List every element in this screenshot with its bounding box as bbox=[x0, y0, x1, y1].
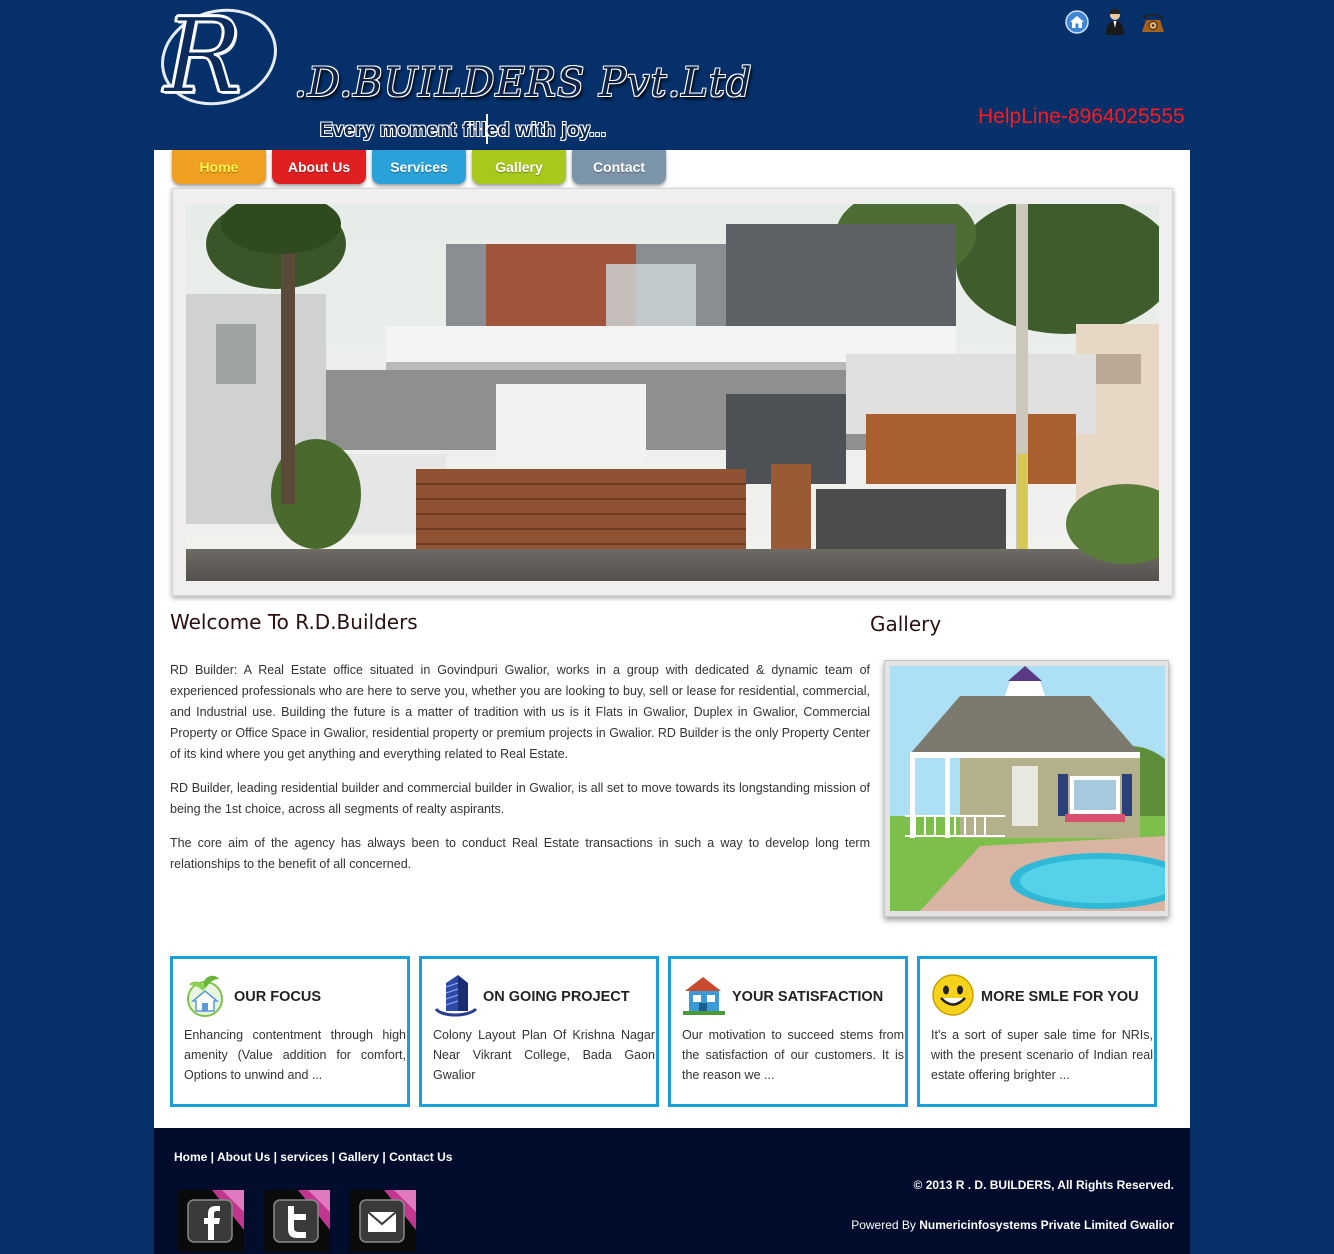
footer-link-contact-us[interactable]: Contact Us bbox=[389, 1150, 452, 1164]
feature-box-on-going-project[interactable]: ON GOING PROJECT Colony Layout Plan Of K… bbox=[419, 956, 659, 1107]
twitter-icon[interactable] bbox=[264, 1190, 330, 1252]
feature-box-your-satisfaction[interactable]: YOUR SATISFACTION Our motivation to succ… bbox=[668, 956, 908, 1107]
feature-box-text: Enhancing contentment through high ameni… bbox=[184, 1028, 406, 1082]
welcome-paragraph: RD Builder: A Real Estate office situate… bbox=[170, 663, 870, 761]
nav-tab-gallery[interactable]: Gallery bbox=[472, 150, 566, 184]
feature-box-text: Our motivation to succeed stems from the… bbox=[682, 1028, 904, 1082]
brand-name: .D.BUILDERS Pvt.Ltd bbox=[294, 60, 753, 106]
logo-letter[interactable]: R bbox=[163, 3, 284, 109]
feature-box-text: It's a sort of super sale time for NRIs,… bbox=[931, 1028, 1153, 1082]
building-icon bbox=[432, 973, 480, 1017]
footer-separator: | bbox=[270, 1150, 281, 1164]
welcome-body: RD Builder: A Real Estate office situate… bbox=[170, 660, 870, 888]
nav-tab-home[interactable]: Home bbox=[172, 150, 266, 184]
site-header: R .D.BUILDERS Pvt.Ltd Every moment fille… bbox=[148, 0, 1190, 150]
nav-tab-services[interactable]: Services bbox=[372, 150, 466, 184]
smiley-icon bbox=[930, 973, 978, 1017]
feature-box-title: ON GOING PROJECT bbox=[483, 989, 630, 1005]
eco-house-icon bbox=[183, 973, 231, 1017]
welcome-title: Welcome To R.D.Builders bbox=[170, 610, 418, 634]
gallery-image[interactable] bbox=[890, 666, 1165, 911]
nav-tab-contact[interactable]: Contact bbox=[572, 150, 666, 184]
gallery-title: Gallery bbox=[870, 612, 942, 636]
powered-by-prefix: Powered By bbox=[851, 1218, 920, 1232]
phone-icon[interactable] bbox=[1140, 8, 1166, 36]
gallery-frame[interactable] bbox=[884, 660, 1169, 917]
banner-frame bbox=[172, 188, 1173, 596]
nav-tab-about-us[interactable]: About Us bbox=[272, 150, 366, 184]
footer-separator: | bbox=[207, 1150, 217, 1164]
footer-link-gallery[interactable]: Gallery bbox=[338, 1150, 379, 1164]
welcome-paragraph: The core aim of the agency has always be… bbox=[170, 836, 870, 871]
home-icon[interactable] bbox=[1064, 8, 1090, 36]
powered-by: Powered By Numericinfosystems Private Li… bbox=[851, 1218, 1174, 1232]
welcome-paragraph: RD Builder, leading residential builder … bbox=[170, 781, 870, 816]
copyright: © 2013 R . D. BUILDERS, All Rights Reser… bbox=[913, 1178, 1174, 1192]
footer-separator: | bbox=[328, 1150, 339, 1164]
feature-box-title: OUR FOCUS bbox=[234, 989, 321, 1005]
tagline: Every moment filled with joy... bbox=[320, 120, 607, 141]
powered-by-company[interactable]: Numericinfosystems Private Limited Gwali… bbox=[919, 1218, 1174, 1232]
main-nav: Home About Us Services Gallery Contact bbox=[172, 150, 666, 184]
footer-links: Home | About Us | services | Gallery | C… bbox=[174, 1150, 452, 1164]
top-icon-bar bbox=[1064, 8, 1166, 36]
feature-boxes: OUR FOCUS Enhancing contentment through … bbox=[170, 956, 1157, 1107]
footer-link-about-us[interactable]: About Us bbox=[217, 1150, 270, 1164]
feature-box-title: MORE SMLE FOR YOU bbox=[981, 989, 1139, 1005]
facebook-icon[interactable] bbox=[178, 1190, 244, 1252]
feature-box-our-focus[interactable]: OUR FOCUS Enhancing contentment through … bbox=[170, 956, 410, 1107]
helpline-number: HelpLine-8964025555 bbox=[978, 105, 1185, 128]
social-links bbox=[178, 1190, 416, 1252]
footer-link-home[interactable]: Home bbox=[174, 1150, 207, 1164]
house-icon bbox=[681, 973, 729, 1017]
feature-box-title: YOUR SATISFACTION bbox=[732, 989, 884, 1005]
main-content: Home About Us Services Gallery Contact W… bbox=[154, 150, 1190, 1128]
footer-separator: | bbox=[379, 1150, 390, 1164]
mail-icon[interactable] bbox=[350, 1190, 416, 1252]
user-icon[interactable] bbox=[1102, 8, 1128, 36]
banner-image bbox=[186, 204, 1159, 581]
feature-box-more-smile[interactable]: MORE SMLE FOR YOU It's a sort of super s… bbox=[917, 956, 1157, 1107]
footer-link-services[interactable]: services bbox=[280, 1150, 328, 1164]
feature-box-text: Colony Layout Plan Of Krishna Nagar Near… bbox=[433, 1028, 655, 1082]
site-footer: Home | About Us | services | Gallery | C… bbox=[154, 1128, 1190, 1254]
